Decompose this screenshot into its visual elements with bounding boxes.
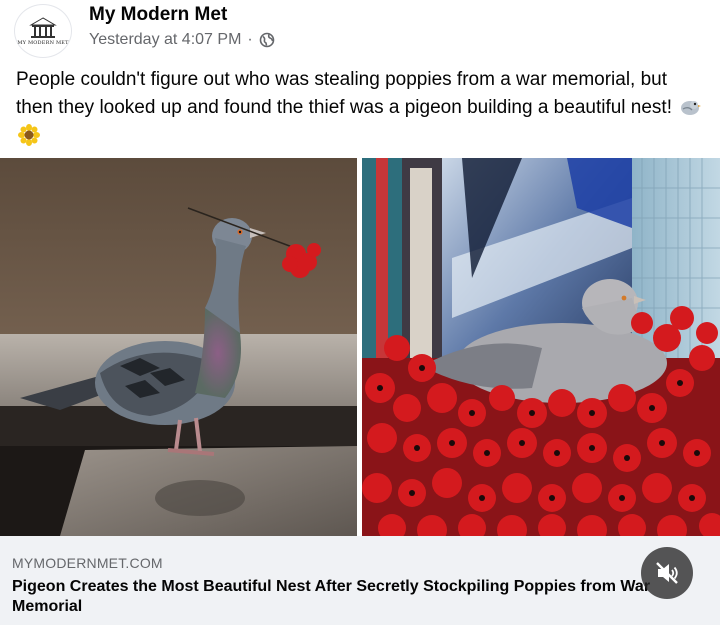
mute-button[interactable] (641, 547, 693, 599)
bird-emoji (681, 101, 702, 116)
post-timestamp[interactable]: Yesterday at 4:07 PM (89, 31, 241, 49)
post-meta: Yesterday at 4:07 PM · (89, 31, 275, 49)
speaker-muted-icon (656, 562, 678, 584)
meta-separator: · (247, 31, 253, 48)
post-header: MY MODERN MET My Modern Met Yesterday at… (0, 0, 720, 62)
globe-icon[interactable] (259, 32, 275, 48)
page-name-link[interactable]: My Modern Met (89, 4, 227, 26)
link-domain: MYMODERNMET.COM (12, 555, 163, 571)
link-preview[interactable]: MYMODERNMET.COM Pigeon Creates the Most … (0, 536, 720, 625)
building-logo-icon (29, 16, 57, 38)
avatar-logo-text: MY MODERN MET (17, 39, 69, 46)
post-caption: People couldn't figure out who was steal… (16, 66, 706, 149)
sunflower-emoji (18, 123, 40, 146)
page-avatar[interactable]: MY MODERN MET (14, 4, 72, 58)
link-title[interactable]: Pigeon Creates the Most Beautiful Nest A… (12, 577, 702, 617)
pigeon-nest-of-poppies-photo[interactable] (362, 158, 720, 536)
caption-text: People couldn't figure out who was steal… (16, 69, 672, 118)
pigeon-holding-poppy-photo[interactable] (0, 158, 357, 536)
